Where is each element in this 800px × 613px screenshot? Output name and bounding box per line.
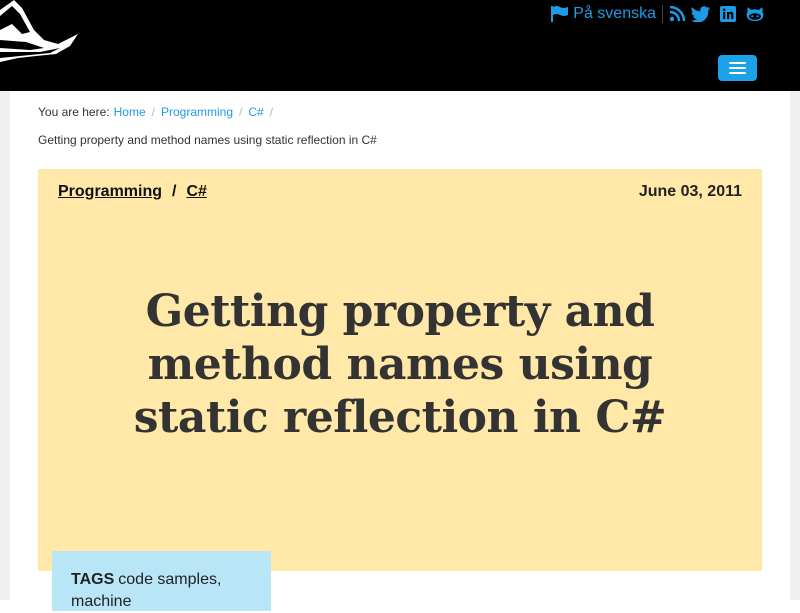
mountain-logo-icon[interactable] [0, 0, 80, 70]
breadcrumb-home-link[interactable]: Home [114, 105, 146, 119]
rss-icon[interactable] [669, 6, 685, 22]
article-date: June 03, 2011 [638, 183, 742, 200]
breadcrumb: You are here: Home / Programming / C# / [38, 105, 279, 119]
breadcrumb-programming-link[interactable]: Programming [161, 105, 233, 119]
breadcrumb-csharp-link[interactable]: C# [248, 105, 263, 119]
category-separator: / [172, 183, 177, 200]
twitter-icon[interactable] [691, 6, 710, 22]
category-csharp-link[interactable]: C# [186, 183, 206, 201]
language-switch-link[interactable]: På svenska [551, 5, 663, 23]
article-title: Getting property and method names using … [133, 286, 667, 443]
article-hero: Programming / C# June 03, 2011 Getting p… [38, 169, 762, 571]
tags-label: TAGS [71, 571, 115, 588]
breadcrumb-current: Getting property and method names using … [38, 133, 377, 147]
site-header: På svenska [0, 0, 800, 91]
linkedin-icon[interactable] [720, 6, 736, 22]
social-links [669, 6, 764, 22]
top-links: På svenska [551, 4, 764, 24]
menu-toggle-button[interactable] [718, 55, 757, 81]
breadcrumb-separator: / [269, 105, 274, 119]
flag-icon [551, 6, 569, 22]
page-gutter-right [790, 91, 800, 600]
article-categories: Programming / C# [58, 183, 207, 201]
breadcrumb-separator: / [239, 105, 243, 119]
breadcrumb-separator: / [151, 105, 155, 119]
page-gutter-left [0, 91, 10, 600]
language-switch-label: På svenska [573, 5, 656, 22]
category-programming-link[interactable]: Programming [58, 183, 162, 201]
github-icon[interactable] [746, 6, 764, 22]
hamburger-icon [729, 62, 746, 64]
tags-box: TAGS code samples, machine [52, 551, 271, 611]
breadcrumb-prefix: You are here: [38, 105, 110, 119]
